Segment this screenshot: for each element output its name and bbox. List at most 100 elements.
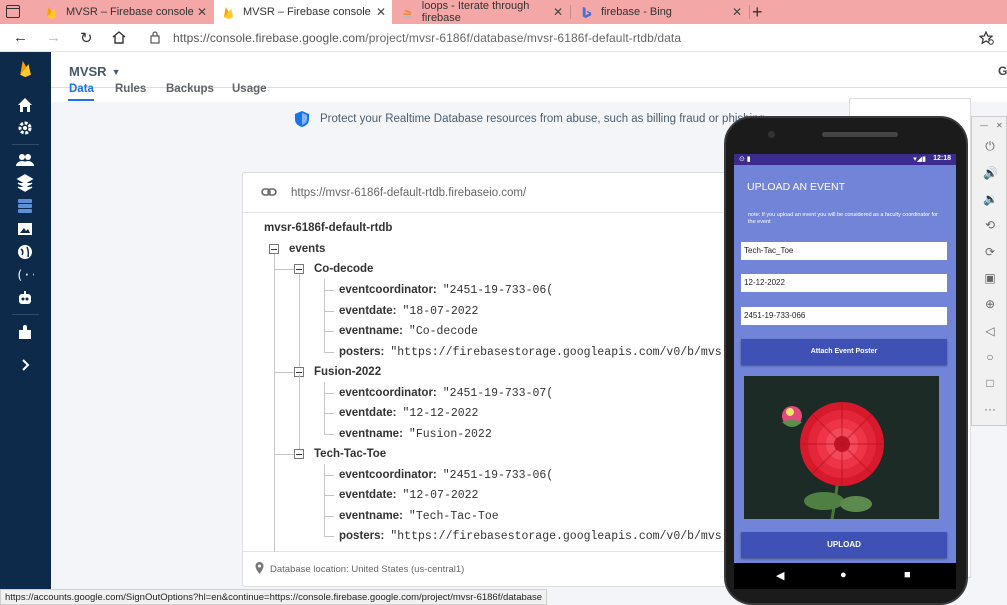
emulator-volume-up-icon[interactable]: 🔊 — [983, 166, 998, 180]
tree-leaf[interactable]: eventdate: "12-07-2022 — [339, 489, 478, 502]
android-recents-icon[interactable]: ■ — [904, 569, 911, 581]
browser-tab-4[interactable]: firebase - Bing ✕ — [572, 0, 748, 24]
upload-button[interactable]: UPLOAD — [741, 532, 947, 558]
tab-title: MVSR – Firebase console — [243, 6, 371, 18]
leaf-key: posters: — [339, 346, 385, 358]
sidebar-extensions-icon[interactable] — [16, 323, 34, 341]
database-url[interactable]: https://mvsr-6186f-default-rtdb.firebase… — [291, 187, 526, 199]
leaf-value: "2451-19-733-07( — [442, 387, 554, 400]
browser-tab-1[interactable]: MVSR – Firebase console ✕ — [37, 0, 213, 24]
sidebar-realtime-database-icon[interactable] — [16, 197, 34, 215]
emulator-more-icon[interactable]: ··· — [983, 402, 997, 416]
tab-close-icon[interactable]: ✕ — [732, 5, 742, 19]
faculty-note: note: If you upload an event you will be… — [748, 212, 938, 225]
refresh-icon[interactable]: ↻ — [80, 29, 93, 47]
home-icon[interactable] — [112, 31, 126, 44]
tab-close-icon[interactable]: ✕ — [553, 5, 563, 19]
tab-rules[interactable]: Rules — [115, 83, 146, 95]
sidebar-home-icon[interactable] — [16, 96, 34, 114]
tree-leaf[interactable]: posters: "https://firebasestorage.googlea… — [339, 346, 722, 359]
tree-node-events[interactable]: events — [289, 243, 325, 255]
tree-node-event[interactable]: Tech-Tac-Toe — [314, 448, 386, 460]
sidebar-firestore-icon[interactable] — [16, 174, 34, 192]
emulator-home-icon[interactable]: ○ — [983, 350, 997, 364]
collapse-toggle-icon[interactable] — [269, 244, 279, 254]
emulator-screenshot-camera-icon[interactable]: ▣ — [983, 271, 997, 285]
leaf-key: eventdate: — [339, 305, 397, 317]
sidebar-storage-icon[interactable] — [16, 220, 34, 238]
emulator-volume-down-icon[interactable]: 🔉 — [983, 192, 998, 206]
tree-leaf[interactable]: eventdate: "18-07-2022 — [339, 305, 478, 318]
leaf-value: "https://firebasestorage.googleapis.com/… — [390, 346, 722, 359]
android-home-icon[interactable]: ● — [840, 569, 847, 581]
sidebar-authentication-users-icon[interactable] — [16, 151, 34, 169]
tab-usage[interactable]: Usage — [232, 83, 267, 95]
sidebar-hosting-globe-icon[interactable] — [16, 243, 34, 261]
tab-separator — [749, 5, 750, 19]
coordinator-input[interactable]: 2451-19-733-066 — [741, 307, 947, 325]
new-tab-icon[interactable]: + — [752, 2, 763, 23]
emulator-overview-icon[interactable]: □ — [983, 376, 997, 390]
tree-line — [324, 311, 334, 312]
attach-poster-button[interactable]: Attach Event Poster — [741, 339, 947, 365]
phone-speaker — [822, 132, 898, 137]
tab-actions-icon[interactable] — [6, 5, 20, 18]
emulator-zoom-icon[interactable]: ⊕ — [983, 297, 997, 311]
browser-tab-3[interactable]: loops - Iterate through firebase ✕ — [393, 0, 569, 24]
tree-line — [275, 372, 295, 373]
project-selector[interactable]: MVSR ▼ — [69, 64, 120, 79]
emulator-close-icon[interactable]: ✕ — [996, 121, 1003, 130]
forward-arrow-icon[interactable]: → — [46, 29, 61, 46]
lock-icon[interactable] — [150, 31, 160, 44]
tree-root-node[interactable]: mvsr-6186f-default-rtdb — [264, 222, 392, 234]
tree-leaf[interactable]: posters: "https://firebasestorage.googlea… — [339, 530, 722, 543]
browser-tab-2[interactable]: MVSR – Firebase console ✕ — [214, 0, 392, 24]
tree-leaf[interactable]: eventcoordinator: "2451-19-733-06( — [339, 469, 553, 482]
tree-line — [324, 352, 334, 353]
emulator-back-icon[interactable]: ◁ — [983, 324, 997, 338]
back-arrow-icon[interactable]: ← — [13, 29, 28, 46]
tab-close-icon[interactable]: ✕ — [376, 5, 386, 19]
sidebar-settings-gear-icon[interactable] — [16, 119, 34, 137]
tree-leaf[interactable]: eventname: "Co-decode — [339, 325, 478, 338]
tree-leaf[interactable]: eventname: "Tech-Tac-Toe — [339, 510, 499, 523]
emulator-minimize-icon[interactable]: — — [980, 121, 988, 130]
tree-line — [324, 516, 334, 517]
emulator-rotate-right-icon[interactable]: ⟳ — [983, 245, 997, 259]
firebase-logo-icon[interactable] — [17, 60, 35, 78]
sidebar-expand-chevron-icon[interactable] — [16, 356, 34, 374]
url-field[interactable]: https://console.firebase.google.com/proj… — [173, 31, 681, 45]
sidebar-machine-learning-robot-icon[interactable] — [16, 289, 34, 307]
tree-leaf[interactable]: eventdate: "12-12-2022 — [339, 407, 478, 420]
sidebar-functions-icon[interactable]: (··) — [16, 266, 34, 284]
tree-line — [324, 475, 334, 476]
tree-leaf[interactable]: eventcoordinator: "2451-19-733-07( — [339, 387, 553, 400]
tree-leaf[interactable]: eventcoordinator: "2451-19-733-06( — [339, 284, 553, 297]
emulator-rotate-left-icon[interactable]: ⟲ — [983, 218, 997, 232]
browser-tab-strip: MVSR – Firebase console ✕ MVSR – Firebas… — [0, 0, 1007, 24]
add-favorite-star-icon[interactable] — [979, 31, 994, 45]
collapse-toggle-icon[interactable] — [294, 264, 304, 274]
project-name: MVSR — [69, 64, 107, 79]
tab-close-icon[interactable]: ✕ — [197, 5, 207, 19]
event-name-input[interactable]: Tech-Tac_Toe — [741, 242, 947, 260]
leaf-value: "12-07-2022 — [402, 489, 479, 502]
sidebar-divider — [12, 314, 39, 315]
leaf-value: "2451-19-733-06( — [442, 284, 554, 297]
address-bar-row: ← → ↻ https://console.firebase.google.co… — [0, 24, 1007, 52]
security-banner: Protect your Realtime Database resources… — [294, 110, 765, 128]
android-back-icon[interactable]: ◀ — [776, 569, 784, 582]
tree-node-event[interactable]: Fusion-2022 — [314, 366, 381, 378]
status-time: 12:18 — [933, 155, 951, 162]
svg-text:(··): (··) — [16, 268, 34, 282]
tab-data[interactable]: Data — [69, 83, 94, 95]
event-date-input[interactable]: 12-12-2022 — [741, 274, 947, 292]
bing-favicon-icon — [582, 6, 592, 18]
header-right-text[interactable]: Gc — [998, 64, 1007, 78]
tree-node-event[interactable]: Co-decode — [314, 263, 373, 275]
link-icon[interactable] — [261, 186, 277, 198]
tree-leaf[interactable]: eventname: "Fusion-2022 — [339, 428, 492, 441]
tab-backups[interactable]: Backups — [166, 83, 214, 95]
emulator-power-icon[interactable]: ⏻ — [983, 139, 997, 154]
collapse-toggle-icon[interactable] — [294, 449, 304, 459]
